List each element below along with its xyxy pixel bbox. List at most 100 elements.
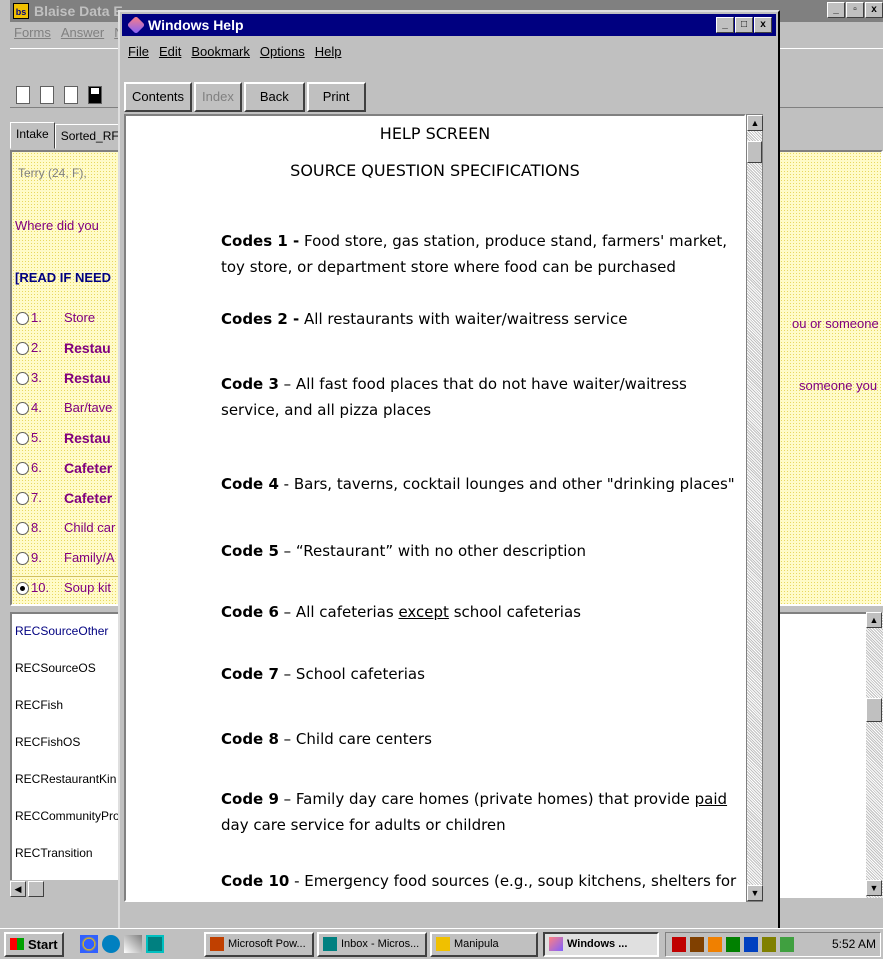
radio-button[interactable] bbox=[16, 552, 29, 565]
help-scroll-down-icon[interactable]: ▼ bbox=[747, 885, 763, 901]
desktop-icon[interactable] bbox=[124, 935, 142, 953]
menu-forms[interactable]: Forms bbox=[14, 25, 51, 40]
blaise-menu-bar: Forms Answer N bbox=[14, 25, 124, 40]
answer-label: Family/A bbox=[64, 550, 115, 565]
code-description: Code 3 – All fast food places that do no… bbox=[221, 371, 741, 423]
outlook-icon[interactable] bbox=[102, 935, 120, 953]
field-recfishos[interactable]: RECFishOS bbox=[15, 735, 80, 749]
field-recrestaurantkind[interactable]: RECRestaurantKin bbox=[15, 772, 116, 786]
scroll-down-icon[interactable]: ▼ bbox=[866, 880, 882, 896]
menu-bookmark[interactable]: Bookmark bbox=[191, 44, 250, 59]
taskbar: Start Microsoft Pow... Inbox - Micros...… bbox=[0, 928, 883, 959]
question-instruction: [READ IF NEED bbox=[15, 270, 112, 285]
new-form-icon[interactable] bbox=[16, 86, 30, 104]
contents-button[interactable]: Contents bbox=[124, 82, 193, 112]
radio-button[interactable] bbox=[16, 522, 29, 535]
radio-button[interactable] bbox=[16, 462, 29, 475]
channels-icon[interactable] bbox=[146, 935, 164, 953]
scroll-left-icon[interactable]: ◀ bbox=[10, 881, 26, 897]
scroll-up-icon[interactable]: ▲ bbox=[866, 612, 882, 628]
index-button[interactable]: Index bbox=[194, 82, 242, 112]
task-inbox[interactable]: Inbox - Micros... bbox=[317, 932, 427, 957]
close-button[interactable]: x bbox=[865, 2, 883, 18]
radio-button[interactable] bbox=[16, 342, 29, 355]
radio-button[interactable] bbox=[16, 582, 29, 595]
help-close-button[interactable]: x bbox=[754, 17, 772, 33]
copy-icon[interactable] bbox=[40, 86, 54, 104]
respondent-info: Terry (24, F), bbox=[18, 166, 87, 180]
code-key: Code 6 bbox=[221, 603, 279, 621]
restore-button[interactable]: ▫ bbox=[846, 2, 864, 18]
field-recsourceother[interactable]: RECSourceOther bbox=[15, 624, 108, 638]
code-text: – “Restaurant” with no other description bbox=[278, 542, 587, 560]
task-label: Microsoft Pow... bbox=[228, 938, 306, 950]
speaker-icon[interactable] bbox=[744, 937, 758, 952]
radio-button[interactable] bbox=[16, 492, 29, 505]
menu-help[interactable]: Help bbox=[315, 44, 342, 59]
answer-number: 10. bbox=[31, 580, 50, 595]
help-maximize-button[interactable]: □ bbox=[735, 17, 753, 33]
code-text: – All fast food places that do not have … bbox=[221, 375, 687, 419]
help-vertical-scrollbar[interactable]: ▲ ▼ bbox=[746, 114, 763, 902]
modem-icon[interactable] bbox=[726, 937, 740, 952]
powerpoint-icon bbox=[210, 937, 224, 951]
task-microsoft-powerpoint[interactable]: Microsoft Pow... bbox=[204, 932, 314, 957]
menu-file[interactable]: File bbox=[128, 44, 149, 59]
question-text: Where did you bbox=[15, 218, 99, 233]
answer-label: Store bbox=[64, 310, 96, 325]
answer-label: Soup kit bbox=[64, 580, 111, 595]
help-heading: HELP SCREEN bbox=[379, 124, 491, 143]
start-button[interactable]: Start bbox=[4, 932, 64, 957]
scroll-thumb[interactable] bbox=[866, 698, 882, 722]
question-text-continued: ou or someone bbox=[792, 316, 879, 331]
question-text-continued-2: someone you bbox=[799, 378, 878, 393]
radio-button[interactable] bbox=[16, 402, 29, 415]
field-recfish[interactable]: RECFish bbox=[15, 698, 63, 712]
minimize-button[interactable]: _ bbox=[827, 2, 845, 18]
code-description: Code 6 – All cafeterias except school ca… bbox=[221, 599, 741, 625]
print-button[interactable]: Print bbox=[306, 82, 366, 112]
back-button[interactable]: Back bbox=[243, 82, 305, 112]
task-label: Inbox - Micros... bbox=[341, 938, 420, 950]
answer-number: 2. bbox=[31, 340, 42, 355]
menu-edit[interactable]: Edit bbox=[159, 44, 181, 59]
field-reccommunityprog[interactable]: RECCommunityProg bbox=[15, 809, 126, 823]
scheduler-icon[interactable] bbox=[762, 937, 776, 952]
internet-explorer-icon[interactable] bbox=[80, 935, 98, 953]
printer-icon[interactable] bbox=[708, 937, 722, 952]
answer-number: 7. bbox=[31, 490, 42, 505]
antivirus-icon[interactable] bbox=[780, 937, 794, 952]
field-horizontal-scrollbar[interactable]: ◀ bbox=[10, 880, 130, 898]
task-manipula[interactable]: Manipula bbox=[430, 932, 538, 957]
radio-button[interactable] bbox=[16, 312, 29, 325]
scroll-thumb[interactable] bbox=[28, 881, 44, 897]
save-icon[interactable] bbox=[88, 86, 102, 104]
paste-icon[interactable] bbox=[64, 86, 78, 104]
answer-label: Restau bbox=[64, 370, 111, 386]
answer-label: Restau bbox=[64, 430, 111, 446]
radio-button[interactable] bbox=[16, 372, 29, 385]
code-description: Code 9 – Family day care homes (private … bbox=[221, 786, 741, 838]
help-book-icon bbox=[549, 937, 563, 951]
clock[interactable]: 5:52 AM bbox=[832, 937, 876, 951]
shield-icon[interactable] bbox=[690, 937, 704, 952]
radio-button[interactable] bbox=[16, 432, 29, 445]
task-windows-help[interactable]: Windows ... bbox=[543, 932, 659, 957]
help-scroll-thumb[interactable] bbox=[747, 141, 762, 163]
code-description: Code 5 – “Restaurant” with no other desc… bbox=[221, 538, 741, 564]
tab-intake[interactable]: Intake bbox=[10, 122, 55, 149]
help-minimize-button[interactable]: _ bbox=[716, 17, 734, 33]
tab-sorted-rf[interactable]: Sorted_RF bbox=[54, 124, 125, 149]
menu-answer[interactable]: Answer bbox=[61, 25, 104, 40]
help-scroll-up-icon[interactable]: ▲ bbox=[747, 115, 763, 131]
blaise-title: Blaise Data E bbox=[34, 3, 123, 19]
help-button-bar: Contents Index Back Print bbox=[124, 82, 368, 112]
field-recsourceos[interactable]: RECSourceOS bbox=[15, 661, 96, 675]
menu-options[interactable]: Options bbox=[260, 44, 305, 59]
network-icon[interactable] bbox=[672, 937, 686, 952]
help-title-bar[interactable]: Windows Help _ □ x bbox=[122, 14, 776, 36]
field-rectransition[interactable]: RECTransition bbox=[15, 846, 93, 860]
start-label: Start bbox=[28, 937, 58, 952]
vertical-scrollbar[interactable]: ▲ ▼ bbox=[866, 612, 883, 898]
help-window: Windows Help _ □ x File Edit Bookmark Op… bbox=[118, 10, 780, 930]
